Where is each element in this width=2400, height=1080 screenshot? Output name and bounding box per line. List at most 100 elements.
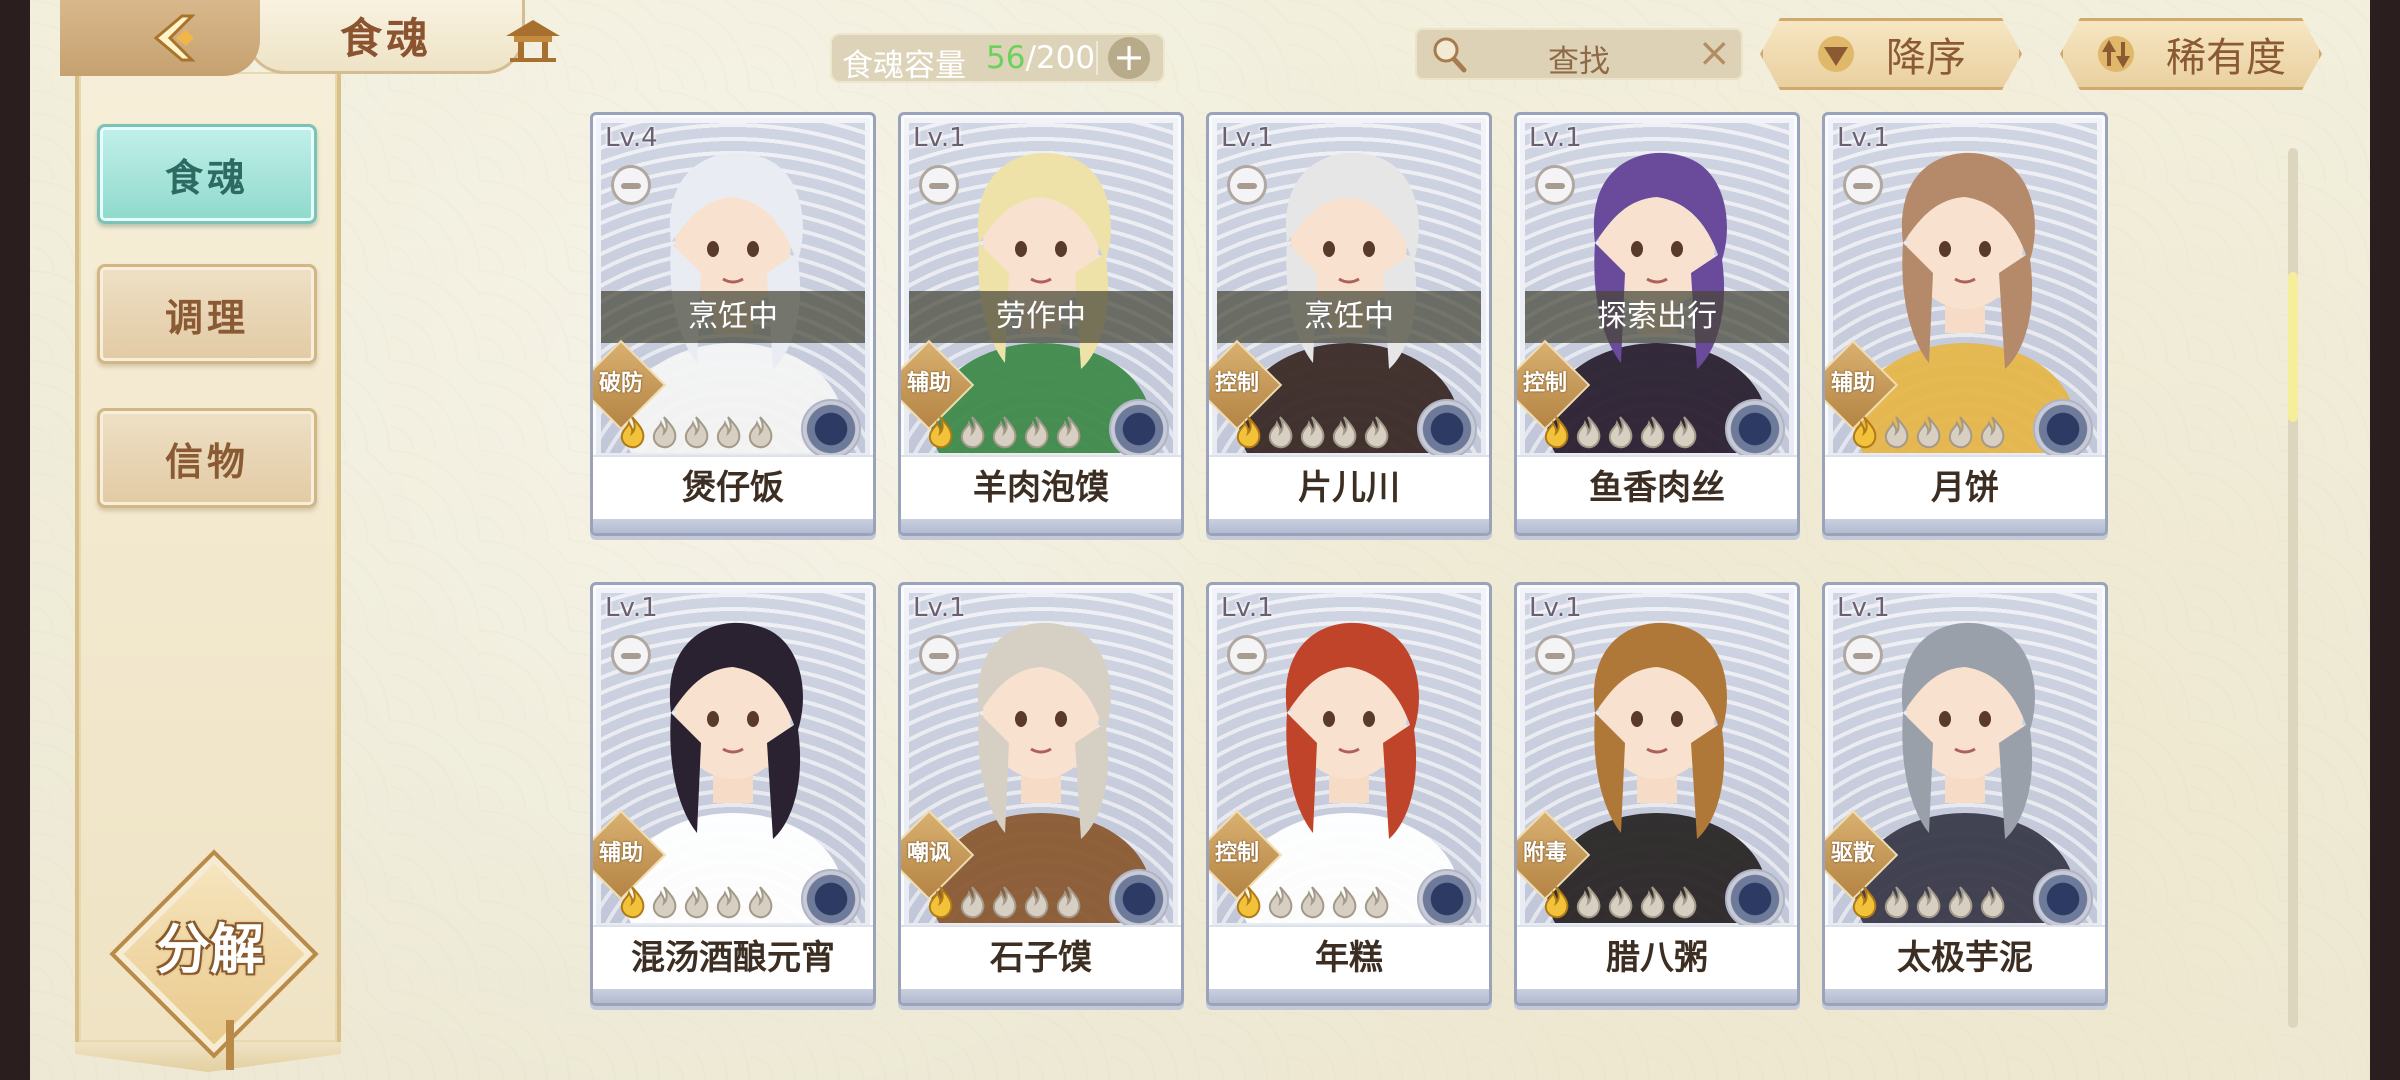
rarity-flame-icon — [1364, 886, 1389, 919]
capacity-count: 56/200 — [986, 40, 1095, 76]
card-name: 太极芋泥 — [1825, 925, 2105, 989]
element-emblem-icon — [1417, 869, 1477, 929]
element-emblem-icon — [1109, 869, 1169, 929]
element-emblem-icon — [801, 869, 861, 929]
role-label: 控制 — [1522, 371, 1567, 396]
card-name: 月饼 — [1825, 455, 2105, 519]
food-soul-card[interactable]: Lv.1 探索出行 控制 鱼香肉丝 — [1514, 112, 1800, 536]
element-emblem-icon — [2033, 399, 2093, 459]
food-soul-card[interactable]: Lv.1 附毒 腊八粥 — [1514, 582, 1800, 1006]
role-label: 附毒 — [1522, 841, 1567, 866]
scrollbar[interactable] — [2288, 148, 2298, 1028]
rarity-flame-icon — [1024, 886, 1049, 919]
sidebar-item-food-soul[interactable]: 食魂 — [97, 124, 317, 224]
scrollbar-thumb[interactable] — [2288, 272, 2298, 422]
rarity-flame-icon — [960, 416, 985, 449]
card-footer — [1825, 989, 2105, 1003]
card-footer — [1209, 989, 1489, 1003]
food-soul-card[interactable]: Lv.1 辅助 混汤酒酿元宵 — [590, 582, 876, 1006]
rarity-flame-icon — [1056, 886, 1081, 919]
rarity-flame-icon — [1576, 416, 1601, 449]
decompose-label[interactable]: 分解 — [130, 905, 290, 984]
level-label: Lv.4 — [605, 123, 658, 153]
food-soul-card[interactable]: Lv.1 辅助 月饼 — [1822, 112, 2108, 536]
rarity-flame-icon — [1332, 886, 1357, 919]
search-input[interactable]: 查找 — [1415, 36, 1743, 81]
card-name: 石子馍 — [901, 925, 1181, 989]
rarity-flame-icon — [1884, 886, 1909, 919]
food-soul-card[interactable]: Lv.1 劳作中 辅助 羊肉泡馍 — [898, 112, 1184, 536]
food-soul-card[interactable]: Lv.1 驱散 太极芋泥 — [1822, 582, 2108, 1006]
add-capacity-button[interactable]: + — [1108, 37, 1150, 79]
card-name: 腊八粥 — [1517, 925, 1797, 989]
bowl-icon — [1227, 635, 1267, 675]
rarity-flame-icon — [992, 416, 1017, 449]
rarity-flames — [925, 415, 1083, 451]
rarity-flame-icon — [684, 416, 709, 449]
rarity-flames — [1233, 885, 1391, 921]
food-soul-card[interactable]: Lv.4 烹饪中 破防 煲仔饭 — [590, 112, 876, 536]
rarity-flame-icon — [1544, 886, 1569, 919]
page-title: 食魂 — [245, 0, 525, 74]
bowl-icon — [1227, 165, 1267, 205]
rarity-flame-icon — [1852, 416, 1877, 449]
sidebar-item-cooking[interactable]: 调理 — [97, 264, 317, 364]
role-label: 辅助 — [906, 371, 951, 396]
food-soul-card[interactable]: Lv.1 烹饪中 控制 片儿川 — [1206, 112, 1492, 536]
status-banner: 探索出行 — [1525, 291, 1789, 343]
rarity-flames — [1233, 415, 1391, 451]
rarity-flame-icon — [1672, 416, 1697, 449]
sidebar-item-token[interactable]: 信物 — [97, 408, 317, 508]
role-label: 辅助 — [598, 841, 643, 866]
role-label: 嘲讽 — [906, 841, 951, 866]
card-name: 煲仔饭 — [593, 455, 873, 519]
rarity-flame-icon — [652, 416, 677, 449]
bowl-icon — [1843, 165, 1883, 205]
sort-order-button[interactable]: 降序 — [1760, 18, 2022, 90]
level-label: Lv.1 — [1837, 123, 1890, 153]
status-banner: 烹饪中 — [601, 291, 865, 343]
bowl-icon — [1843, 635, 1883, 675]
rarity-flames — [1541, 415, 1699, 451]
food-soul-card[interactable]: Lv.1 嘲讽 石子馍 — [898, 582, 1184, 1006]
rarity-flame-icon — [1948, 416, 1973, 449]
status-banner: 劳作中 — [909, 291, 1173, 343]
rarity-flame-icon — [684, 886, 709, 919]
rarity-flame-icon — [1544, 416, 1569, 449]
rarity-flame-icon — [1980, 886, 2005, 919]
status-banner: 烹饪中 — [1217, 291, 1481, 343]
tassel-ornament — [226, 1020, 234, 1070]
bowl-icon — [611, 165, 651, 205]
rarity-flame-icon — [1268, 416, 1293, 449]
rarity-flame-icon — [1236, 886, 1261, 919]
sort-rarity-button[interactable]: 稀有度 — [2060, 18, 2322, 90]
rarity-flame-icon — [1916, 886, 1941, 919]
card-footer — [1517, 519, 1797, 533]
sort-order-label: 降序 — [1886, 35, 1966, 81]
bowl-icon — [1535, 635, 1575, 675]
rarity-flame-icon — [1608, 416, 1633, 449]
bowl-icon — [919, 165, 959, 205]
card-name: 羊肉泡馍 — [901, 455, 1181, 519]
search-bar[interactable]: 查找 × — [1415, 28, 1743, 80]
back-arrow-icon[interactable] — [148, 12, 206, 64]
capacity-divider — [1096, 41, 1098, 75]
role-label: 控制 — [1214, 371, 1259, 396]
rarity-flame-icon — [928, 416, 953, 449]
rarity-flame-icon — [1980, 416, 2005, 449]
rarity-flame-icon — [620, 886, 645, 919]
level-label: Lv.1 — [913, 593, 966, 623]
rarity-flame-icon — [1300, 886, 1325, 919]
rarity-flame-icon — [1236, 416, 1261, 449]
rarity-flame-icon — [1332, 416, 1357, 449]
card-footer — [1517, 989, 1797, 1003]
rarity-flame-icon — [1300, 416, 1325, 449]
rarity-flame-icon — [620, 416, 645, 449]
bowl-icon — [1535, 165, 1575, 205]
level-label: Lv.1 — [1221, 123, 1274, 153]
rarity-flames — [617, 415, 775, 451]
home-pavilion-icon[interactable] — [500, 16, 566, 64]
clear-search-icon[interactable]: × — [1697, 30, 1731, 76]
card-name: 年糕 — [1209, 925, 1489, 989]
food-soul-card[interactable]: Lv.1 控制 年糕 — [1206, 582, 1492, 1006]
